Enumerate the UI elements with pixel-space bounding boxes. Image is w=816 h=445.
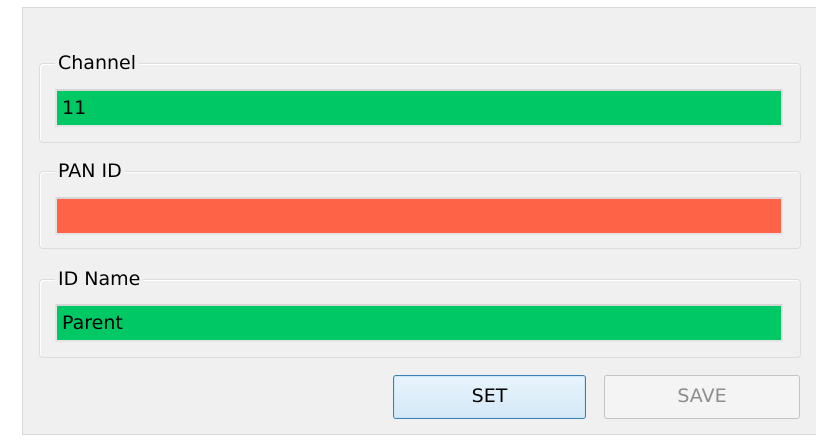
pan-id-field[interactable] — [55, 197, 783, 235]
id-name-legend: ID Name — [55, 268, 144, 290]
pan-id-legend: PAN ID — [55, 160, 125, 182]
save-button[interactable]: SAVE — [604, 375, 800, 419]
set-button[interactable]: SET — [393, 375, 586, 419]
channel-field[interactable]: 11 — [55, 89, 783, 127]
channel-legend: Channel — [55, 52, 140, 74]
id-name-field[interactable]: Parent — [55, 304, 783, 342]
